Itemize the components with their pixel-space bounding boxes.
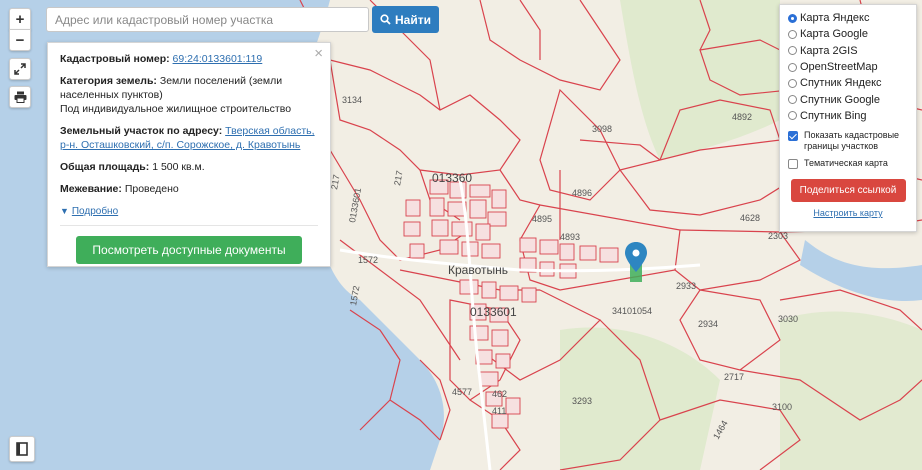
map-label: 4577 — [452, 387, 472, 397]
map-label: Кравотынь — [448, 263, 508, 277]
base-map-option[interactable]: Карта 2GIS — [788, 43, 908, 59]
map-label: 3134 — [342, 95, 362, 105]
map-label: 3098 — [592, 124, 612, 134]
fullscreen-button[interactable] — [9, 58, 31, 80]
map-label: 3293 — [572, 396, 592, 406]
map-label: 34101054 — [612, 306, 652, 316]
share-link-button[interactable]: Поделиться ссылкой — [790, 179, 906, 203]
parcel-info-panel: × Кадастровый номер: 69:24:0133601:119 К… — [47, 42, 331, 267]
customize-map-link[interactable]: Настроить карту — [788, 208, 908, 218]
base-map-option[interactable]: Карта Яндекс — [788, 10, 908, 26]
map-label: 411 — [492, 406, 506, 416]
map-label: 3100 — [772, 402, 792, 412]
caret-down-icon: ▼ — [60, 206, 69, 216]
map-label: 462 — [492, 389, 507, 399]
thematic-map-label: Тематическая карта — [804, 158, 888, 169]
zoom-in-button[interactable]: + — [9, 8, 31, 30]
search-button-label: Найти — [395, 12, 431, 27]
area-row: Общая площадь: 1 500 кв.м. — [60, 160, 318, 174]
cadastral-number-label: Кадастровый номер: — [60, 53, 170, 65]
base-map-option[interactable]: Спутник Яндекс — [788, 75, 908, 91]
base-map-option-label: Карта Яндекс — [800, 12, 870, 25]
cadastral-number-link[interactable]: 69:24:0133601:119 — [173, 53, 263, 65]
cadastral-number-row: Кадастровый номер: 69:24:0133601:119 — [60, 52, 318, 66]
survey-label: Межевание: — [60, 183, 122, 195]
radio-button[interactable] — [788, 46, 797, 56]
map-label: 3030 — [778, 314, 798, 324]
green-area — [780, 311, 922, 470]
map-label: 2717 — [724, 372, 744, 382]
map-label: 1572 — [358, 255, 378, 265]
radio-button[interactable] — [788, 29, 797, 39]
search-button[interactable]: Найти — [372, 6, 439, 33]
close-icon[interactable]: × — [314, 46, 323, 61]
address-row: Земельный участок по адресу: Тверская об… — [60, 124, 318, 152]
map-label: 2933 — [676, 281, 696, 291]
book-icon — [16, 442, 28, 456]
zoom-out-button[interactable]: − — [9, 29, 31, 51]
radio-button[interactable] — [788, 111, 797, 121]
base-map-option-label: Карта Google — [800, 28, 868, 41]
layers-toggle-button[interactable] — [9, 436, 35, 462]
base-map-option-label: Карта 2GIS — [800, 44, 858, 57]
radio-button[interactable] — [788, 78, 797, 88]
land-category-row: Категория земель: Земли поселений (земли… — [60, 74, 318, 116]
address-label: Земельный участок по адресу: — [60, 125, 223, 137]
map-label: 0133601 — [470, 305, 517, 319]
area-value: 1 500 кв.м. — [152, 161, 205, 173]
search-input[interactable] — [46, 7, 369, 32]
area-label: Общая площадь: — [60, 161, 150, 173]
show-boundaries-label: Показать кадастровые границы участков — [804, 130, 900, 152]
radio-button[interactable] — [788, 62, 797, 72]
map-label: 4628 — [740, 213, 760, 223]
map-label: 2303 — [768, 231, 788, 241]
base-map-option[interactable]: Карта Google — [788, 26, 908, 42]
divider — [60, 225, 318, 226]
show-boundaries-checkbox[interactable] — [788, 131, 798, 142]
search-icon — [380, 14, 391, 25]
printer-icon — [14, 91, 26, 103]
map-label: 4895 — [532, 214, 552, 224]
survey-value: Проведено — [124, 183, 179, 195]
more-details-toggle[interactable]: ▼ Подробно — [60, 204, 318, 219]
show-boundaries-option[interactable]: Показать кадастровые границы участков — [788, 130, 908, 152]
view-documents-button[interactable]: Посмотреть доступные документы — [76, 236, 302, 264]
map-label: 2934 — [698, 319, 718, 329]
thematic-map-option[interactable]: Тематическая карта — [788, 158, 908, 170]
radio-button[interactable] — [788, 13, 797, 23]
land-usage-value: Под индивидуальное жилищное строительств… — [60, 103, 292, 115]
base-map-option[interactable]: Спутник Bing — [788, 108, 908, 124]
more-details-link[interactable]: Подробно — [72, 206, 118, 217]
base-map-option-label: Спутник Google — [800, 93, 880, 106]
base-map-option-label: Спутник Bing — [800, 109, 867, 122]
thematic-map-checkbox[interactable] — [788, 159, 798, 170]
map-label: 4893 — [560, 232, 580, 242]
base-map-option-label: Спутник Яндекс — [800, 77, 882, 90]
map-layers-panel: Карта Яндекс Карта Google Карта 2GIS OpenSt… — [779, 4, 917, 232]
base-map-option[interactable]: OpenStreetMap — [788, 59, 908, 75]
expand-icon — [14, 63, 26, 75]
land-category-label: Категория земель: — [60, 75, 157, 87]
map-label: 013360 — [432, 171, 472, 185]
survey-row: Межевание: Проведено — [60, 182, 318, 196]
radio-button[interactable] — [788, 95, 797, 105]
map-label: 4896 — [572, 188, 592, 198]
print-button[interactable] — [9, 86, 31, 108]
base-map-option-label: OpenStreetMap — [800, 61, 878, 74]
base-map-option[interactable]: Спутник Google — [788, 91, 908, 107]
base-map-options: Карта Яндекс Карта Google Карта 2GIS OpenSt… — [788, 10, 908, 124]
map-label: 4892 — [732, 112, 752, 122]
